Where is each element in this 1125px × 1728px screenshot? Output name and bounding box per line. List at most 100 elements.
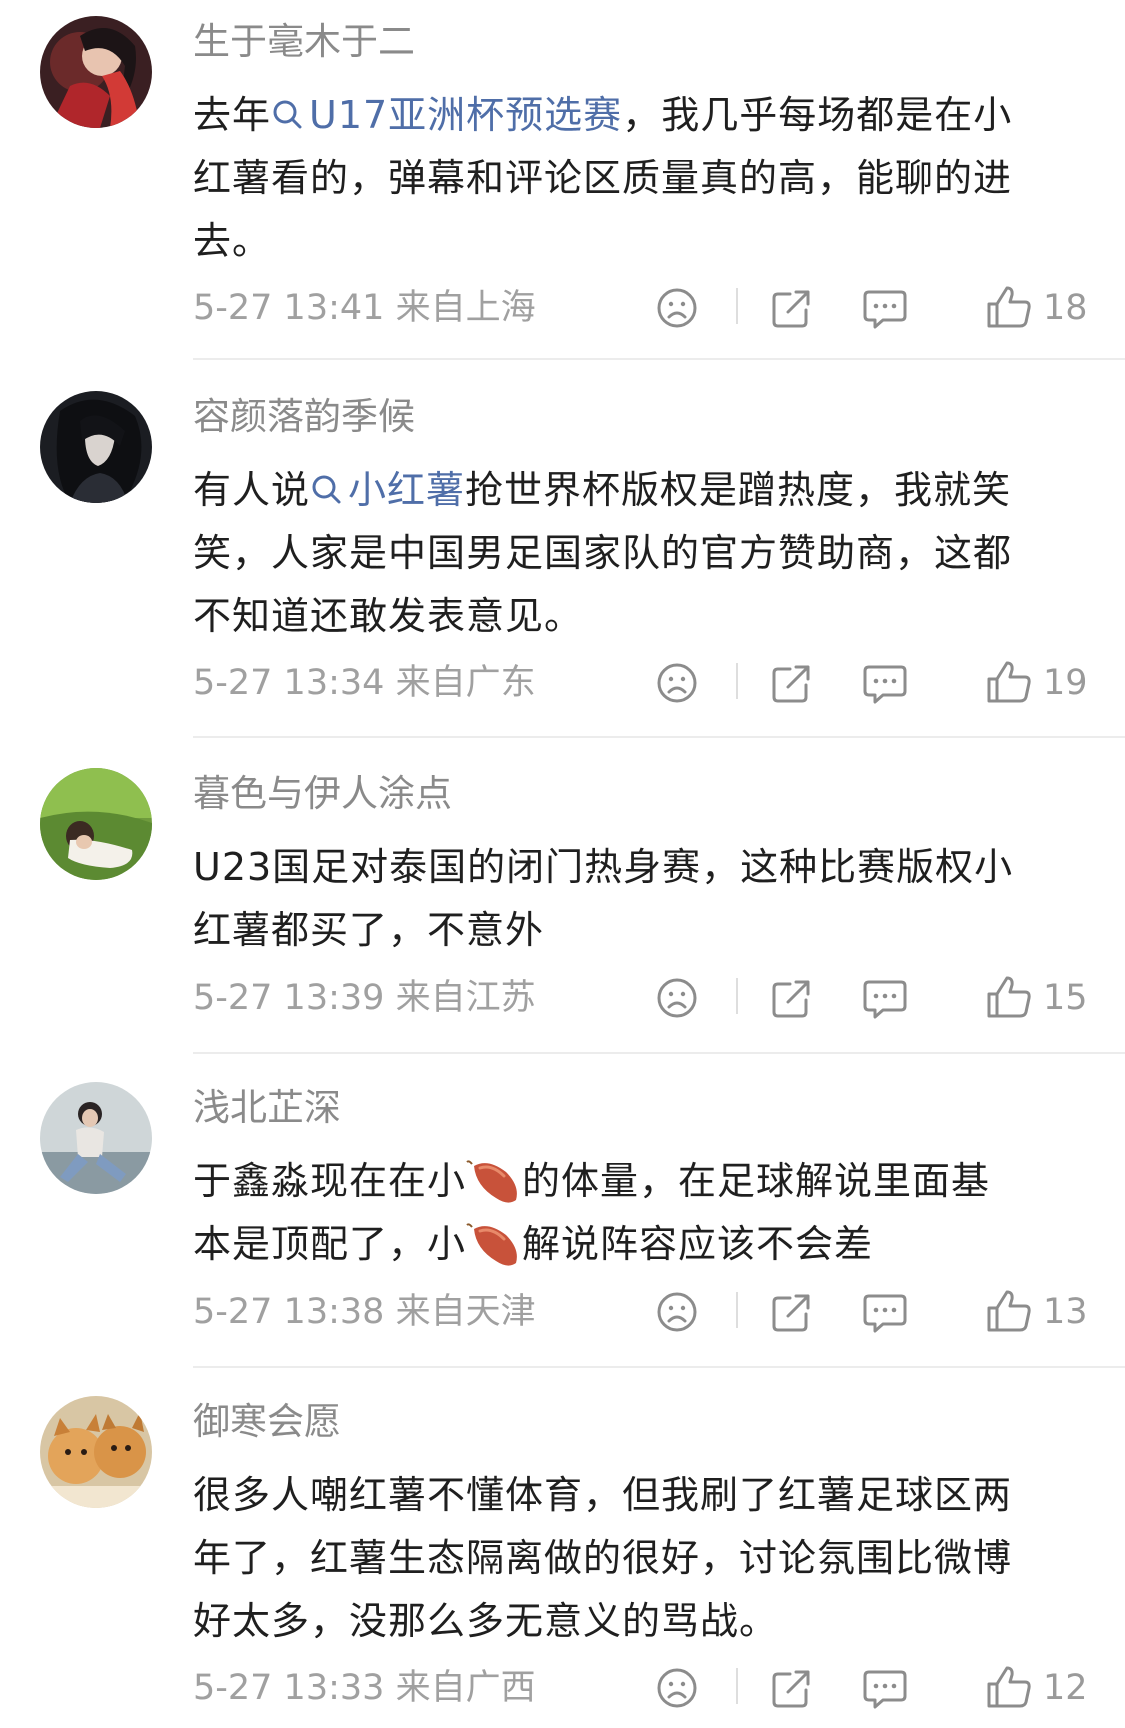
like-count: 12 <box>1043 1668 1088 1708</box>
thumbs-up-icon <box>987 661 1031 703</box>
reply-button[interactable] <box>859 282 911 334</box>
separator <box>193 358 1125 360</box>
comment-text: 于鑫淼现在在小 的体量，在足球解说里面基 本是顶配了，小 解说阵容应该不会差 <box>193 1150 1083 1276</box>
dislike-button[interactable] <box>651 282 703 334</box>
share-button[interactable] <box>766 282 818 334</box>
reply-button[interactable] <box>859 1662 911 1714</box>
comment-text: 有人说 小红薯抢世界杯版权是蹭热度，我就笑 笑，人家是中国男足国家队的官方赞助商，… <box>193 459 1083 648</box>
location: 来自天津 <box>395 1292 536 1332</box>
timestamp: 5-27 13:34 <box>193 663 385 703</box>
topic-link[interactable]: 小红薯 <box>310 468 465 512</box>
text-line: 笑，人家是中国男足国家队的官方赞助商，这都 <box>193 531 1013 575</box>
timestamp-location: 5-27 13:33 来自广西 <box>193 1666 536 1710</box>
like-button[interactable] <box>983 657 1035 709</box>
username[interactable]: 御寒会愿 <box>193 1398 341 1446</box>
like-count: 15 <box>1043 978 1088 1018</box>
timestamp: 5-27 13:39 <box>193 978 385 1018</box>
avatar[interactable] <box>40 768 152 880</box>
comment-feed: 生于毫木于二 去年 U17亚洲杯预选赛，我几乎每场都是在小 红薯看的，弹幕和评论区… <box>0 0 1125 1728</box>
like-button[interactable] <box>983 1662 1035 1714</box>
frown-face-icon <box>657 663 697 703</box>
comment-bubble-icon <box>863 290 907 329</box>
comment-item: 御寒会愿 很多人嘲红薯不懂体育，但我刷了红薯足球区两 年了，红薯生态隔离做的很好… <box>0 1380 1125 1728</box>
text-line: U23国足对泰国的闭门热身赛，这种比赛版权小 <box>193 845 1014 889</box>
comment-meta: 5-27 13:38 来自天津 13 <box>193 1284 1093 1340</box>
divider <box>736 978 738 1014</box>
comment-text: 很多人嘲红薯不懂体育，但我刷了红薯足球区两 年了，红薯生态隔离做的很好，讨论氛围… <box>193 1464 1083 1653</box>
search-icon <box>312 475 341 504</box>
comment-bubble-icon <box>863 980 907 1019</box>
text-segment: ，我几乎每场都是在小 <box>622 93 1013 137</box>
comment-item: 暮色与伊人涂点 U23国足对泰国的闭门热身赛，这种比赛版权小 红薯都买了，不意外… <box>0 752 1125 1054</box>
share-icon <box>772 1670 810 1708</box>
search-icon <box>273 100 302 129</box>
like-count: 18 <box>1043 288 1088 328</box>
text-line: 不知道还敢发表意见。 <box>193 594 584 638</box>
comment-meta: 5-27 13:33 来自广西 12 <box>193 1660 1093 1716</box>
divider <box>736 1292 738 1328</box>
share-button[interactable] <box>766 1286 818 1338</box>
comment-item: 浅北芷深 于鑫淼现在在小 的体量，在足球解说里面基 本是顶配了，小 解说阵容应该不会… <box>0 1066 1125 1368</box>
share-button[interactable] <box>766 657 818 709</box>
like-count: 19 <box>1043 663 1088 703</box>
like-button[interactable] <box>983 282 1035 334</box>
username[interactable]: 浅北芷深 <box>193 1084 341 1132</box>
reply-button[interactable] <box>859 657 911 709</box>
share-icon <box>772 290 810 328</box>
thumbs-up-icon <box>987 1666 1031 1708</box>
divider <box>736 663 738 699</box>
timestamp: 5-27 13:33 <box>193 1668 385 1708</box>
like-count: 13 <box>1043 1292 1088 1332</box>
dislike-button[interactable] <box>651 972 703 1024</box>
text-segment: 抢世界杯版权是蹭热度，我就笑 <box>465 468 1012 512</box>
location: 来自上海 <box>395 288 536 328</box>
like-button[interactable] <box>983 1286 1035 1338</box>
avatar[interactable] <box>40 1082 152 1194</box>
text-line: 红薯看的，弹幕和评论区质量真的高，能聊的进 <box>193 156 1013 200</box>
reply-button[interactable] <box>859 1286 911 1338</box>
comment-item: 生于毫木于二 去年 U17亚洲杯预选赛，我几乎每场都是在小 红薯看的，弹幕和评论区… <box>0 0 1125 360</box>
frown-face-icon <box>657 1292 697 1332</box>
topic-link[interactable]: U17亚洲杯预选赛 <box>271 93 622 137</box>
timestamp: 5-27 13:41 <box>193 288 385 328</box>
like-button[interactable] <box>983 972 1035 1024</box>
text-line: 很多人嘲红薯不懂体育，但我刷了红薯足球区两 <box>193 1473 1013 1517</box>
text-segment: 去年 <box>193 93 272 137</box>
thumbs-up-icon <box>987 976 1031 1018</box>
text-segment: 本是顶配了，小 <box>193 1222 467 1266</box>
username[interactable]: 生于毫木于二 <box>193 18 415 66</box>
sweet-potato-emoji <box>466 1160 517 1203</box>
timestamp-location: 5-27 13:38 来自天津 <box>193 1290 536 1334</box>
text-line: 红薯都买了，不意外 <box>193 908 545 952</box>
separator <box>193 1366 1125 1368</box>
share-icon <box>772 665 810 703</box>
comment-bubble-icon <box>863 665 907 704</box>
username[interactable]: 暮色与伊人涂点 <box>193 770 452 818</box>
comment-text: 去年 U17亚洲杯预选赛，我几乎每场都是在小 红薯看的，弹幕和评论区质量真的高，能… <box>193 84 1083 273</box>
timestamp-location: 5-27 13:41 来自上海 <box>193 286 536 330</box>
timestamp-location: 5-27 13:34 来自广东 <box>193 661 536 705</box>
share-button[interactable] <box>766 1662 818 1714</box>
avatar[interactable] <box>40 16 152 128</box>
location: 来自广东 <box>395 663 536 703</box>
divider <box>736 1668 738 1704</box>
comment-meta: 5-27 13:34 来自广东 19 <box>193 655 1093 711</box>
divider <box>736 288 738 324</box>
dislike-button[interactable] <box>651 657 703 709</box>
thumbs-up-icon <box>987 286 1031 328</box>
text-segment: 于鑫淼现在在小 <box>193 1159 467 1203</box>
comment-bubble-icon <box>863 1294 907 1333</box>
avatar[interactable] <box>40 1396 152 1508</box>
text-line: 年了，红薯生态隔离做的很好，讨论氛围比微博 <box>193 1536 1013 1580</box>
text-segment: 的体量，在足球解说里面基 <box>522 1159 991 1203</box>
reply-button[interactable] <box>859 972 911 1024</box>
comment-meta: 5-27 13:41 来自上海 18 <box>193 280 1093 336</box>
share-button[interactable] <box>766 972 818 1024</box>
avatar[interactable] <box>40 391 152 503</box>
dislike-button[interactable] <box>651 1662 703 1714</box>
location: 来自广西 <box>395 1668 536 1708</box>
separator <box>193 1052 1125 1054</box>
share-icon <box>772 1294 810 1332</box>
username[interactable]: 容颜落韵季候 <box>193 393 415 441</box>
dislike-button[interactable] <box>651 1286 703 1338</box>
